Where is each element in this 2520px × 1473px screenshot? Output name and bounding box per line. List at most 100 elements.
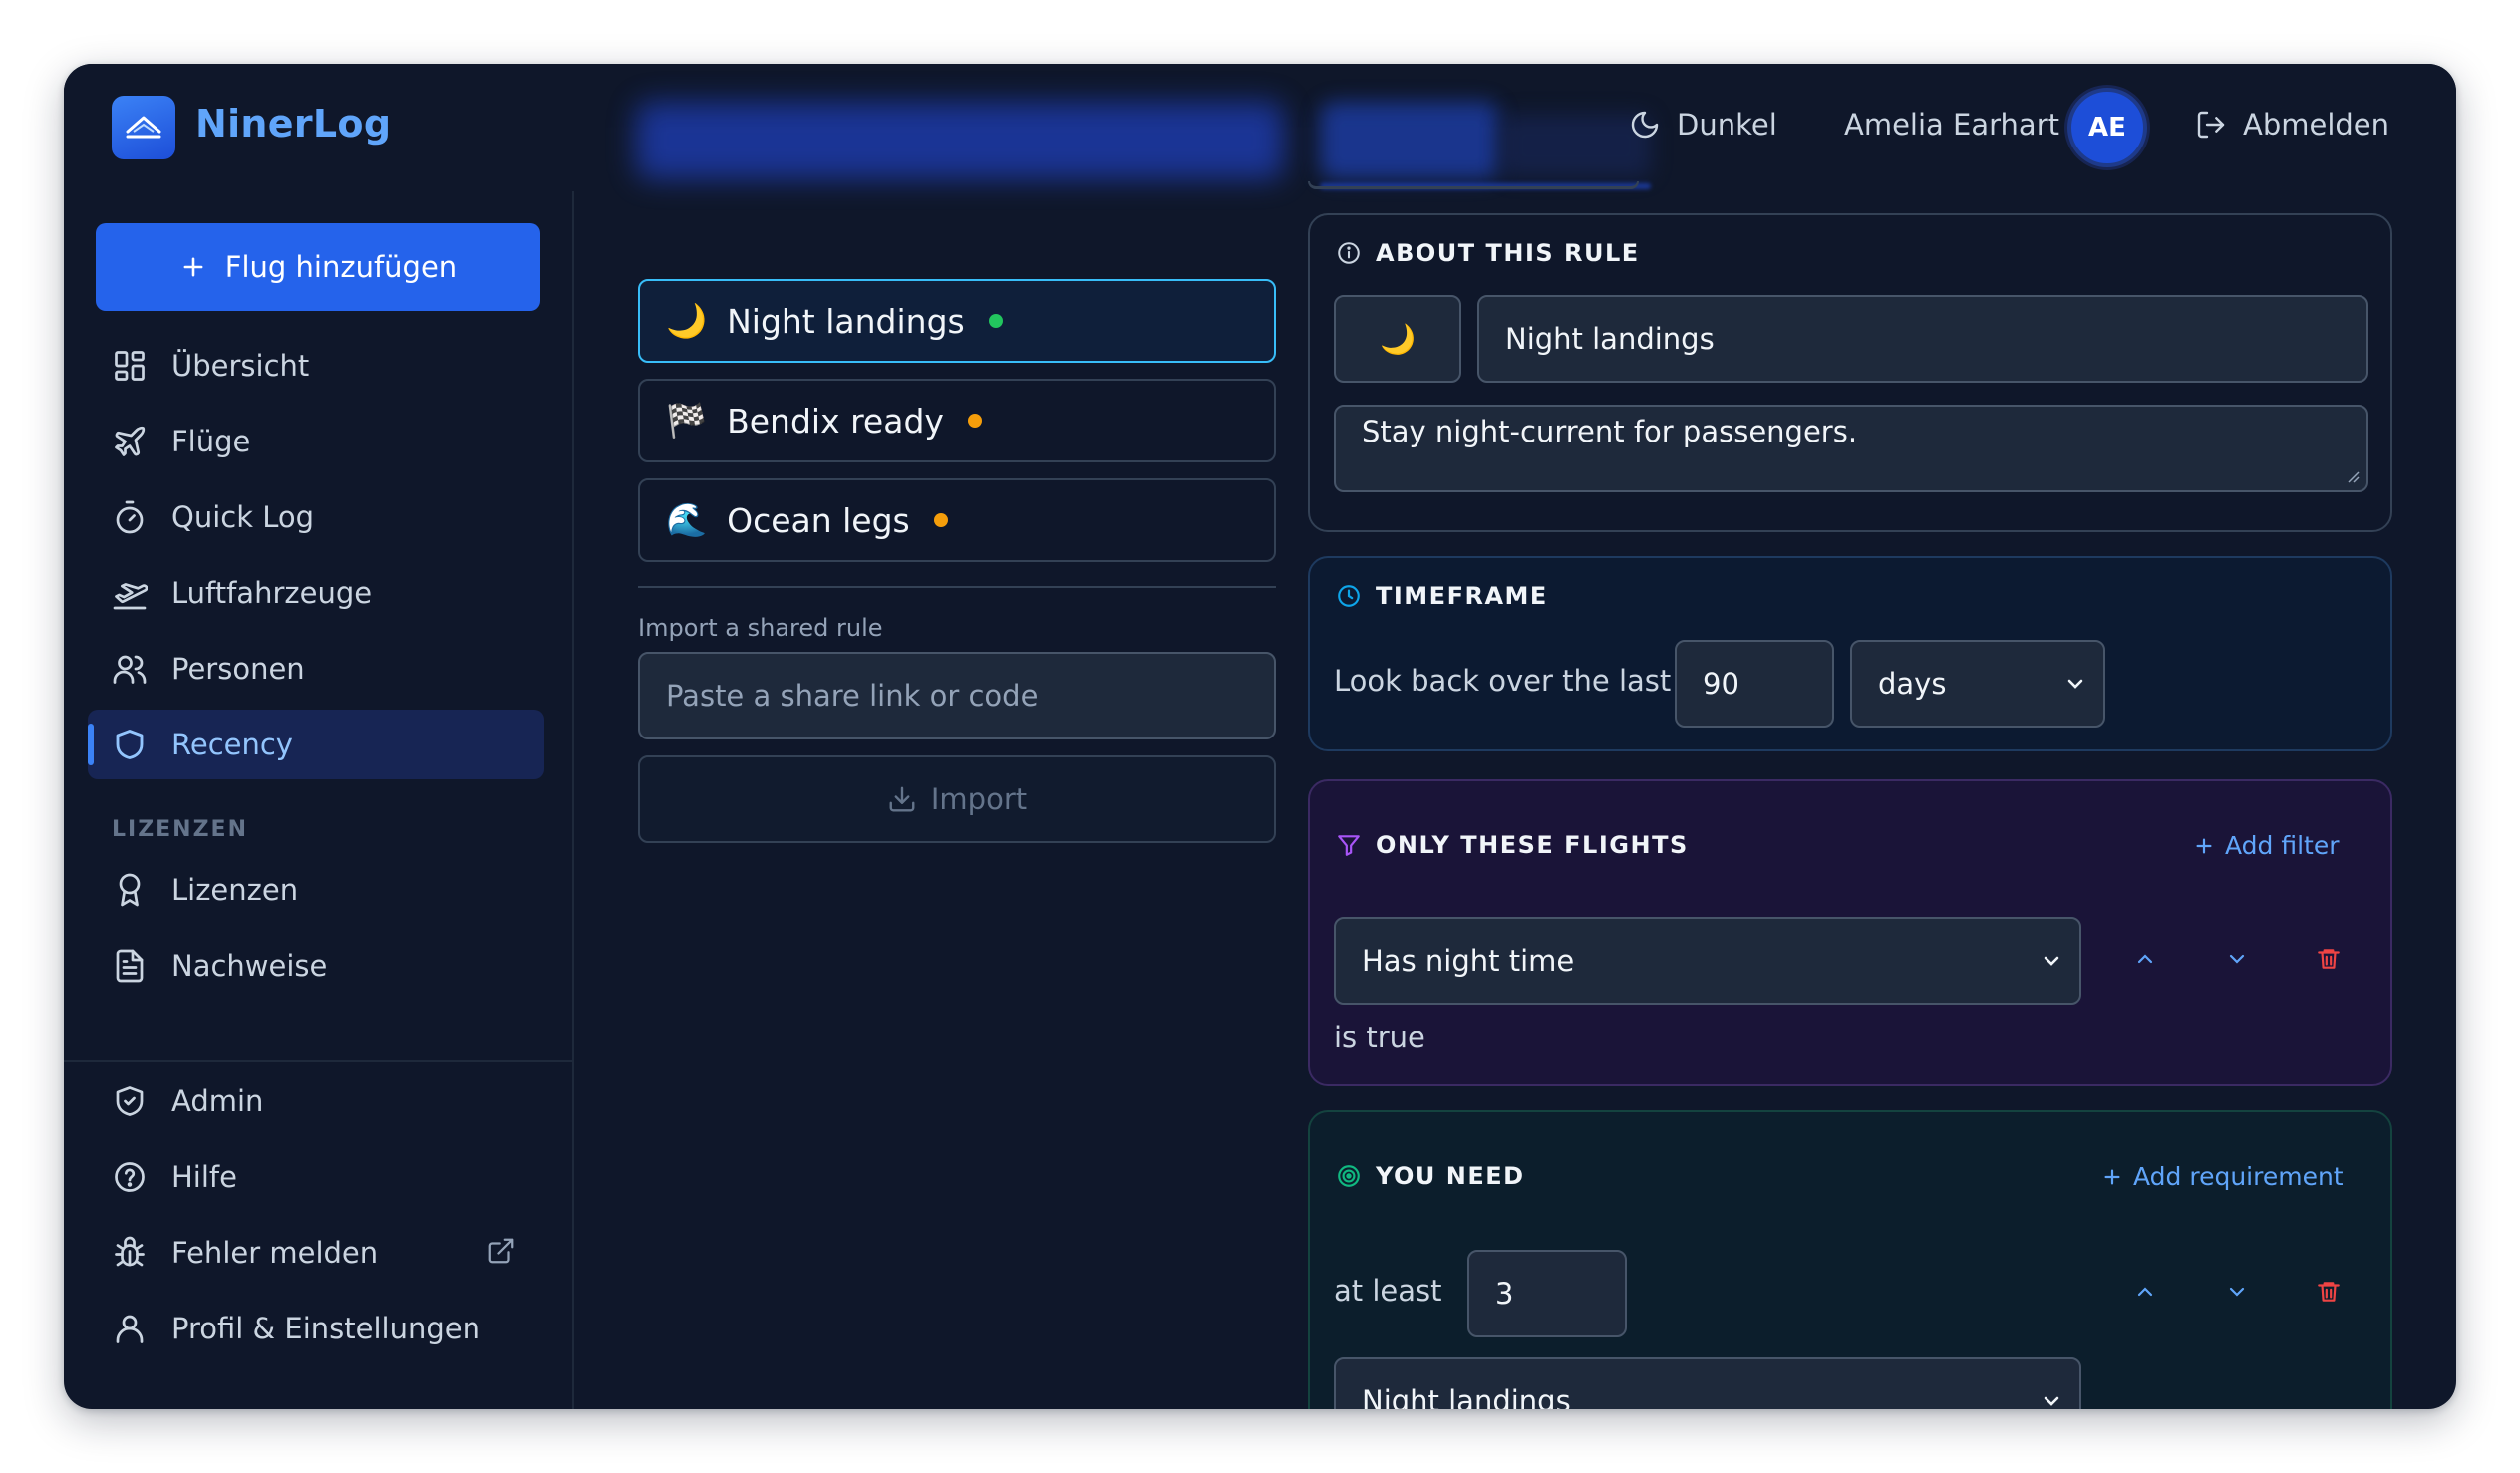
stopwatch-icon <box>116 500 144 534</box>
sidebar-item-recency[interactable]: Recency <box>88 710 544 779</box>
sidebar-item-nachweise[interactable]: Nachweise <box>88 931 544 1001</box>
rule-editor: ABOUT THIS RULE 🌙 Night landings Stay ni… <box>1308 64 2456 1409</box>
info-icon <box>1338 242 1360 264</box>
timeframe-title: TIMEFRAME <box>1336 582 1548 610</box>
rule-emoji: 🌙 <box>666 301 708 340</box>
sidebar-item-quick-log[interactable]: Quick Log <box>88 482 544 552</box>
external-link-icon <box>488 1238 514 1264</box>
resize-handle-icon[interactable] <box>2345 468 2361 484</box>
sidebar-item-profil[interactable]: Profil & Einstellungen <box>88 1294 544 1363</box>
move-down-button[interactable] <box>2217 939 2257 979</box>
import-button[interactable]: Import <box>638 755 1276 843</box>
sidebar-item-lizenzen[interactable]: Lizenzen <box>88 855 544 925</box>
filters-card: ONLY THESE FLIGHTS Add filter Has night … <box>1308 779 2392 1086</box>
lookback-label: Look back over the last <box>1334 664 1672 698</box>
sidebar-item-label: Quick Log <box>171 500 315 534</box>
sidebar-item-admin[interactable]: Admin <box>88 1066 544 1136</box>
filter-condition-text: is true <box>1334 1021 1425 1054</box>
requirements-title: YOU NEED <box>1336 1162 1525 1190</box>
add-flight-button[interactable]: Flug hinzufügen <box>96 223 540 311</box>
sidebar-item-label: Admin <box>171 1084 264 1118</box>
rule-name: Ocean legs <box>727 500 910 540</box>
delete-requirement-button[interactable] <box>2309 1272 2349 1312</box>
shield-check-icon <box>116 1086 144 1116</box>
sidebar-item-label: Luftfahrzeuge <box>171 576 373 610</box>
rule-emoji: 🌊 <box>666 500 708 539</box>
rule-name-input[interactable]: Night landings <box>1477 295 2368 383</box>
filters-title: ONLY THESE FLIGHTS <box>1336 831 1689 859</box>
chevron-down-icon <box>2229 954 2245 964</box>
sidebar-item-fluege[interactable]: Flüge <box>88 407 544 476</box>
target-icon <box>1338 1165 1360 1187</box>
download-icon <box>889 786 915 812</box>
rule-item-ocean-legs[interactable]: 🌊 Ocean legs <box>638 478 1276 562</box>
at-least-label: at least <box>1334 1274 1442 1308</box>
requirement-count-input[interactable]: 3 <box>1467 1250 1627 1337</box>
filter-field-select[interactable]: Has night time <box>1334 917 2081 1005</box>
rule-name: Bendix ready <box>727 401 944 441</box>
chevron-down-icon <box>2044 1396 2059 1406</box>
about-card: ABOUT THIS RULE 🌙 Night landings Stay ni… <box>1308 213 2392 532</box>
sidebar-item-personen[interactable]: Personen <box>88 634 544 704</box>
rule-description-textarea[interactable]: Stay night-current for passengers. <box>1334 405 2368 492</box>
sidebar-divider <box>64 1060 574 1062</box>
app-window: NinerLog Dunkel Amelia Earhart AE Abmeld… <box>64 64 2456 1409</box>
app-logo-icon[interactable] <box>112 96 175 159</box>
move-down-button[interactable] <box>2217 1272 2257 1312</box>
trash-icon <box>2318 949 2340 969</box>
bug-icon <box>115 1236 145 1267</box>
chevron-down-icon <box>2044 956 2059 966</box>
sidebar-item-label: Übersicht <box>171 349 310 383</box>
status-dot <box>933 513 948 527</box>
sidebar-item-label: Fehler melden <box>171 1236 379 1270</box>
move-up-button[interactable] <box>2125 939 2165 979</box>
sidebar-item-uebersicht[interactable]: Übersicht <box>88 331 544 401</box>
chevron-down-icon <box>2067 679 2083 689</box>
requirement-metric-select[interactable]: Night landings <box>1334 1357 2081 1409</box>
emoji-picker[interactable]: 🌙 <box>1334 295 1461 383</box>
divider <box>638 586 1276 588</box>
user-icon <box>116 1315 144 1343</box>
clock-icon <box>1338 585 1360 607</box>
status-dot <box>967 414 982 428</box>
grid-icon <box>115 351 145 381</box>
users-icon <box>113 655 147 684</box>
plane-takeoff-icon <box>113 583 148 610</box>
sidebar-item-label: Recency <box>171 728 293 761</box>
chevron-down-icon <box>2229 1287 2245 1297</box>
rule-item-night-landings[interactable]: 🌙 Night landings <box>638 279 1276 363</box>
timeframe-card: TIMEFRAME Look back over the last 90 day… <box>1308 556 2392 751</box>
delete-filter-button[interactable] <box>2309 939 2349 979</box>
section-label-lizenzen: LIZENZEN <box>112 817 248 842</box>
import-input[interactable]: Paste a share link or code <box>638 652 1276 739</box>
plus-icon <box>2196 837 2212 854</box>
lookback-value-input[interactable]: 90 <box>1675 640 1834 728</box>
help-circle-icon <box>115 1162 145 1192</box>
lookback-unit-select[interactable]: days <box>1850 640 2105 728</box>
add-requirement-button[interactable]: Add requirement <box>2101 1162 2344 1191</box>
brand-name[interactable]: NinerLog <box>195 102 391 146</box>
sidebar-item-label: Flüge <box>171 425 251 458</box>
rule-emoji: 🏁 <box>666 401 708 440</box>
requirements-card: YOU NEED Add requirement at least 3 Nigh… <box>1308 1110 2392 1409</box>
chevron-up-icon <box>2137 954 2153 964</box>
move-up-button[interactable] <box>2125 1272 2165 1312</box>
trash-icon <box>2318 1282 2340 1302</box>
award-icon <box>119 873 141 907</box>
sidebar-item-luftfahrzeuge[interactable]: Luftfahrzeuge <box>88 558 544 628</box>
sidebar: Flug hinzufügen Übersicht Flüge Quick Lo… <box>64 191 574 1409</box>
rules-list: 🌙 Night landings 🏁 Bendix ready 🌊 Ocean … <box>638 191 1276 1409</box>
rule-item-bendix-ready[interactable]: 🏁 Bendix ready <box>638 379 1276 462</box>
sidebar-item-label: Lizenzen <box>171 873 299 907</box>
document-icon <box>116 949 144 983</box>
add-filter-button[interactable]: Add filter <box>2193 831 2340 860</box>
sidebar-item-label: Profil & Einstellungen <box>171 1312 480 1345</box>
plane-icon <box>115 426 146 456</box>
plus-icon <box>183 257 203 277</box>
status-dot <box>988 314 1003 328</box>
sidebar-item-label: Nachweise <box>171 949 328 983</box>
sidebar-item-fehler-melden[interactable]: Fehler melden <box>88 1218 544 1288</box>
about-title: ABOUT THIS RULE <box>1336 239 1640 267</box>
shield-icon <box>116 730 144 759</box>
sidebar-item-hilfe[interactable]: Hilfe <box>88 1142 544 1212</box>
